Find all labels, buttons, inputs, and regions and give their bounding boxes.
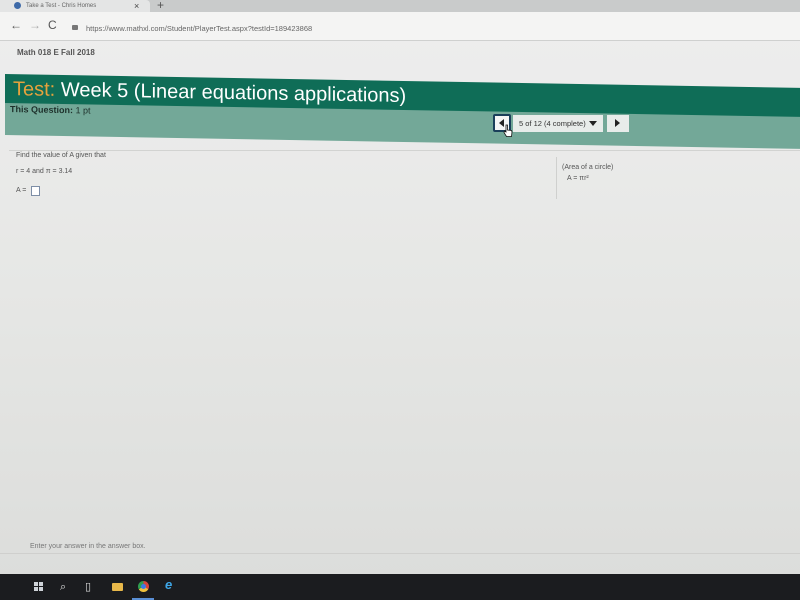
question-prompt: Find the value of A given that — [16, 152, 106, 159]
footer-divider — [0, 553, 800, 554]
question-given: r = 4 and π = 3.14 — [16, 168, 73, 175]
answer-input[interactable] — [31, 186, 40, 196]
question-points: This Question: 1 pt — [10, 104, 91, 115]
next-question-button[interactable] — [607, 115, 629, 132]
question-points-label: This Question: — [10, 104, 73, 116]
new-tab-icon[interactable]: + — [157, 0, 164, 12]
answer-hint: Enter your answer in the answer box. — [30, 543, 146, 550]
windows-start-icon[interactable] — [34, 582, 44, 592]
favicon-icon — [14, 2, 21, 9]
url-field[interactable]: https://www.mathxl.com/Student/PlayerTes… — [86, 24, 312, 33]
content-divider — [9, 150, 800, 151]
answer-label: A = — [16, 187, 27, 194]
formula-divider — [556, 157, 557, 199]
triangle-right-icon — [615, 119, 620, 127]
browser-tab-strip: Take a Test - Chris Homes × + — [0, 0, 800, 12]
back-icon[interactable]: ← — [10, 18, 22, 32]
taskbar: ⌕ ▯ e — [0, 574, 800, 600]
chrome-icon[interactable] — [138, 581, 149, 592]
formula-note: (Area of a circle) — [562, 164, 614, 171]
address-bar: ← → C https://www.mathxl.com/Student/Pla… — [0, 12, 800, 41]
lock-icon — [72, 25, 78, 30]
test-title-prefix: Test: — [13, 78, 56, 101]
forward-icon[interactable]: → — [29, 18, 41, 32]
hand-cursor-icon — [503, 124, 513, 137]
reload-icon[interactable]: C — [48, 18, 57, 32]
search-icon[interactable]: ⌕ — [60, 581, 66, 593]
internet-explorer-icon[interactable]: e — [165, 578, 172, 591]
screen: Take a Test - Chris Homes × + ← → C http… — [0, 0, 800, 578]
test-title-text: Week 5 (Linear equations applications) — [60, 78, 407, 108]
caret-down-icon — [589, 121, 597, 126]
tab-title: Take a Test - Chris Homes — [26, 3, 97, 9]
close-tab-icon[interactable]: × — [134, 0, 139, 12]
question-progress: 5 of 12 (4 complete) — [519, 119, 586, 128]
question-content: Find the value of A given that r = 4 and… — [9, 147, 800, 557]
course-name: Math 018 E Fall 2018 — [17, 48, 95, 57]
question-points-value: 1 pt — [75, 105, 91, 116]
browser-tab[interactable]: Take a Test - Chris Homes × — [0, 0, 150, 12]
formula: A = πr² — [567, 175, 589, 182]
question-select[interactable]: 5 of 12 (4 complete) — [513, 115, 603, 132]
task-view-icon[interactable]: ▯ — [85, 581, 91, 593]
file-explorer-icon[interactable] — [112, 583, 123, 591]
